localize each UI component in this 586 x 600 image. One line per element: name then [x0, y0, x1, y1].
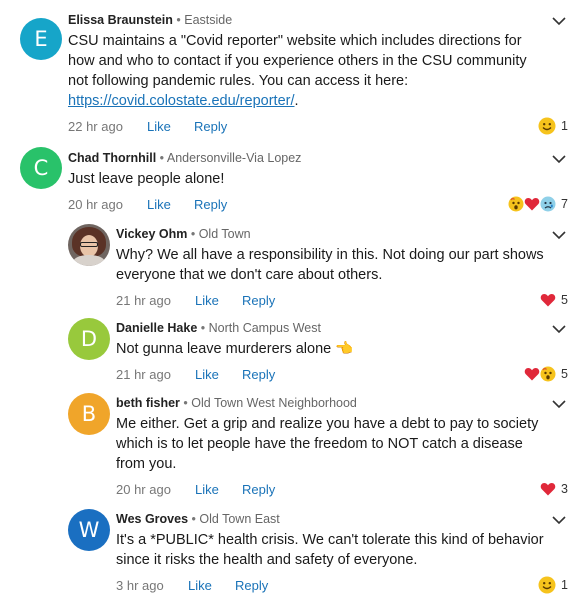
timestamp: 21 hr ago — [116, 367, 171, 382]
chevron-down-icon[interactable] — [552, 322, 566, 336]
timestamp: 20 hr ago — [116, 482, 171, 497]
avatar-initial: B — [81, 402, 97, 426]
comment-meta: Danielle Hake • North Campus West — [116, 320, 586, 336]
comment-actions: 22 hr ago Like Reply 1 — [68, 117, 586, 135]
comment-actions: 20 hr ago Like Reply 7 — [68, 195, 586, 213]
reaction-count: 1 — [561, 119, 568, 133]
author-name[interactable]: Elissa Braunstein — [68, 13, 173, 27]
avatar[interactable] — [68, 224, 110, 266]
reply-button[interactable]: Reply — [242, 367, 275, 383]
separator-dot: • — [176, 13, 181, 27]
neighborhood: Old Town East — [199, 512, 280, 526]
reaction-count: 5 — [561, 367, 568, 381]
separator-dot: • — [159, 151, 165, 165]
author-name[interactable]: Wes Groves — [116, 512, 188, 526]
avatar-initial: C — [33, 156, 49, 180]
neighborhood: Old Town — [198, 227, 251, 241]
author-name[interactable]: Chad Thornhill — [68, 151, 156, 165]
reaction-summary[interactable]: 7 — [508, 195, 568, 213]
reaction-count: 5 — [561, 293, 568, 307]
chevron-down-icon[interactable] — [552, 228, 566, 242]
comment-text: Not gunna leave murderers alone 👈 — [116, 341, 354, 357]
avatar[interactable]: C — [20, 147, 62, 189]
avatar[interactable]: B — [68, 393, 110, 435]
separator-dot: • — [190, 227, 196, 241]
comment-text-body: CSU maintains a "Covid reporter" website… — [68, 33, 527, 89]
reply-button[interactable]: Reply — [235, 578, 268, 594]
avatar-initial: D — [80, 327, 98, 351]
reaction-summary[interactable]: 5 — [540, 291, 568, 309]
separator-dot: • — [200, 321, 206, 335]
neighborhood: North Campus West — [208, 321, 321, 335]
neighborhood: Old Town West Neighborhood — [191, 396, 357, 410]
sad-emoji-icon — [540, 196, 556, 212]
comment-text: Just leave people alone! — [68, 171, 225, 187]
comment-actions: 21 hr ago Like Reply 5 — [116, 365, 586, 383]
heart-emoji-icon — [540, 483, 556, 496]
smile-emoji-icon — [538, 117, 556, 135]
neighborhood: Andersonville-Via Lopez — [166, 151, 302, 165]
comment-meta: Chad Thornhill • Andersonville-Via Lopez — [68, 150, 586, 166]
chevron-down-icon[interactable] — [552, 513, 566, 527]
avatar[interactable]: W — [68, 509, 110, 551]
comment-meta: Wes Groves • Old Town East — [116, 511, 586, 527]
like-button[interactable]: Like — [195, 293, 219, 309]
chevron-down-icon[interactable] — [552, 152, 566, 166]
author-name[interactable]: Vickey Ohm — [116, 227, 187, 241]
comment-actions: 20 hr ago Like Reply 3 — [116, 482, 586, 498]
author-name[interactable]: Danielle Hake — [116, 321, 197, 335]
reaction-summary[interactable]: 5 — [524, 365, 568, 383]
reaction-summary[interactable]: 1 — [538, 117, 568, 135]
reply-button[interactable]: Reply — [194, 119, 227, 135]
reaction-summary[interactable]: 3 — [540, 480, 568, 498]
comment-text: CSU maintains a "Covid reporter" website… — [68, 31, 586, 111]
timestamp: 20 hr ago — [68, 197, 123, 212]
reaction-summary[interactable]: 1 — [538, 576, 568, 594]
chevron-down-icon[interactable] — [552, 14, 566, 28]
separator-dot: • — [191, 512, 196, 526]
avatar-initial: E — [34, 27, 48, 51]
timestamp: 21 hr ago — [116, 293, 171, 308]
reaction-count: 1 — [561, 578, 568, 592]
smile-emoji-icon — [538, 576, 556, 594]
author-name[interactable]: beth fisher — [116, 396, 180, 410]
like-button[interactable]: Like — [147, 119, 171, 135]
reply-button[interactable]: Reply — [242, 293, 275, 309]
timestamp: 22 hr ago — [68, 119, 123, 134]
comment-actions: 21 hr ago Like Reply 5 — [116, 293, 586, 309]
heart-emoji-icon — [524, 198, 540, 211]
like-button[interactable]: Like — [195, 367, 219, 383]
reaction-count: 7 — [561, 197, 568, 211]
link-suffix: . — [294, 93, 299, 109]
chevron-down-icon[interactable] — [552, 397, 566, 411]
like-button[interactable]: Like — [195, 482, 219, 498]
comment-actions: 3 hr ago Like Reply 1 — [116, 576, 586, 594]
comment-meta: Vickey Ohm • Old Town — [116, 226, 586, 242]
separator-dot: • — [183, 396, 188, 410]
avatar[interactable]: E — [20, 18, 62, 60]
reply-button[interactable]: Reply — [194, 197, 227, 213]
like-button[interactable]: Like — [147, 197, 171, 213]
comment-text: It's a *PUBLIC* health crisis. We can't … — [116, 532, 544, 568]
comment-meta: Elissa Braunstein • Eastside — [68, 12, 586, 28]
comment-text: Me either. Get a grip and realize you ha… — [116, 416, 539, 472]
heart-emoji-icon — [540, 294, 556, 307]
comment-text: Why? We all have a responsibility in thi… — [116, 247, 544, 283]
heart-emoji-icon — [524, 368, 540, 381]
wow-emoji-icon — [508, 196, 524, 212]
neighborhood: Eastside — [184, 13, 233, 27]
wow-emoji-icon — [540, 366, 556, 382]
avatar[interactable]: D — [68, 318, 110, 360]
timestamp: 3 hr ago — [116, 578, 164, 593]
reply-button[interactable]: Reply — [242, 482, 275, 498]
comment-meta: beth fisher • Old Town West Neighborhood — [116, 395, 586, 411]
reporter-link[interactable]: https://covid.colostate.edu/reporter/ — [68, 93, 295, 109]
reaction-count: 3 — [561, 482, 568, 496]
like-button[interactable]: Like — [188, 578, 212, 594]
avatar-initial: W — [78, 518, 100, 542]
